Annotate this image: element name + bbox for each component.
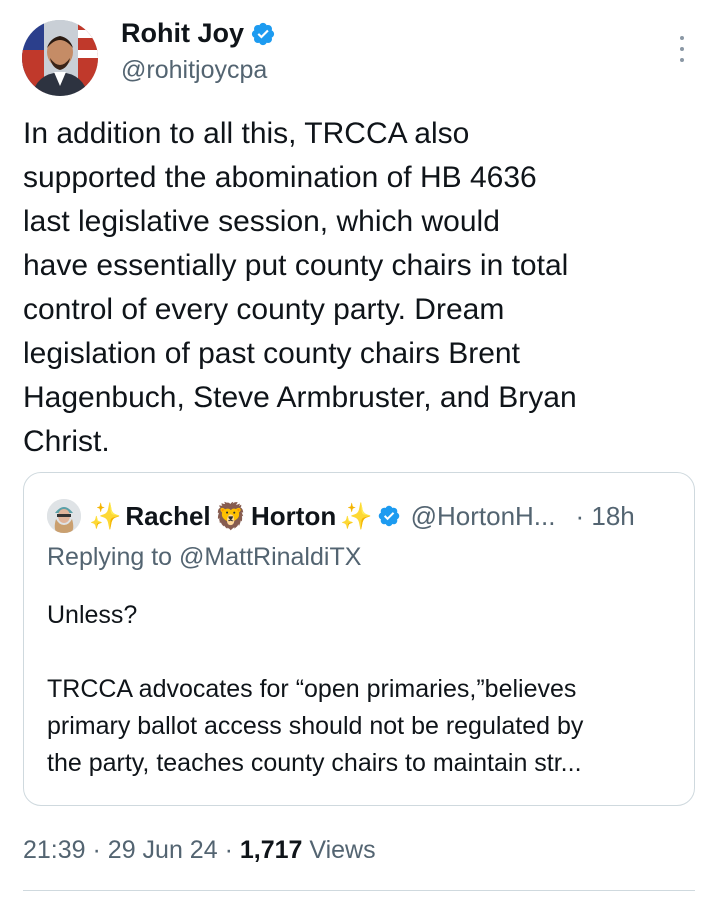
author-avatar[interactable]: [22, 20, 98, 96]
verified-badge-icon: [251, 22, 275, 45]
sparkle-emoji: ✨: [340, 500, 373, 531]
lion-emoji: 🦁: [214, 500, 248, 531]
quoted-tweet-time[interactable]: · 18h: [575, 501, 634, 532]
tweet-text: In addition to all this, TRCCA also supp…: [23, 117, 577, 458]
replying-to-text: Replying to @MattRinaldiTX: [47, 543, 362, 571]
quoted-tweet-text: Unless? TRCCA advocates for “open primar…: [47, 601, 584, 777]
tweet-meta: 21:39 · 29 Jun 24 · 1,717 Views: [23, 836, 376, 865]
verified-badge-icon: [378, 505, 399, 527]
meta-separator: ·: [92, 836, 108, 864]
quoted-name-part2: Horton: [251, 500, 337, 531]
quoted-author-name[interactable]: ✨ Rachel 🦁 Horton ✨: [89, 501, 401, 532]
author-name-row[interactable]: Rohit Joy: [121, 18, 276, 49]
author-name[interactable]: Rohit Joy: [121, 18, 244, 49]
quoted-tweet-header: ✨ Rachel 🦁 Horton ✨ @HortonH... · 18h: [47, 499, 635, 533]
tweet-date[interactable]: 29 Jun 24: [108, 836, 218, 864]
quoted-tweet-card[interactable]: ✨ Rachel 🦁 Horton ✨ @HortonH... · 18h Re…: [23, 472, 695, 806]
quoted-name-part1: Rachel: [125, 500, 211, 531]
quoted-author-avatar[interactable]: [47, 499, 81, 533]
profile-photo-icon: [47, 499, 81, 533]
profile-photo-icon: [22, 20, 98, 96]
views-label: Views: [309, 836, 376, 864]
more-options-icon[interactable]: [672, 36, 692, 62]
author-handle[interactable]: @rohitjoycpa: [121, 56, 267, 85]
bottom-divider: [23, 890, 695, 891]
tweet-time[interactable]: 21:39: [23, 836, 86, 864]
quoted-author-handle[interactable]: @HortonH...: [411, 501, 556, 532]
views-count[interactable]: 1,717: [240, 836, 303, 864]
meta-separator: ·: [224, 836, 240, 864]
sparkle-emoji: ✨: [89, 500, 122, 531]
